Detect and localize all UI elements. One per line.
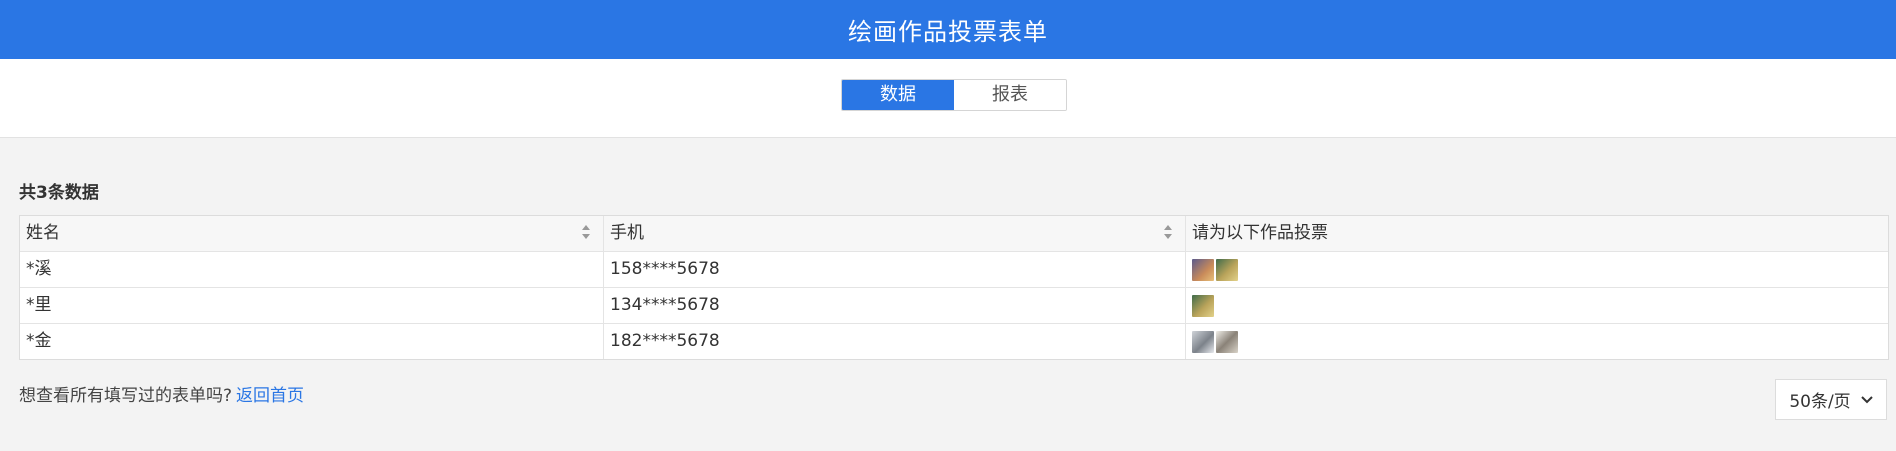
table-row: *金 182****5678 — [20, 323, 1888, 359]
cell-phone: 158****5678 — [603, 252, 1185, 287]
footer-question: 想查看所有填写过的表单吗? — [19, 386, 233, 406]
tab-data[interactable]: 数据 — [842, 80, 954, 110]
artwork-thumbnail[interactable] — [1192, 258, 1214, 281]
column-header-vote: 请为以下作品投票 — [1185, 216, 1888, 251]
cell-phone: 134****5678 — [603, 288, 1185, 323]
cell-vote-images — [1185, 324, 1888, 359]
cell-vote-images — [1185, 252, 1888, 287]
page-header: 绘画作品投票表单 — [0, 0, 1896, 59]
cell-phone: 182****5678 — [603, 324, 1185, 359]
data-table: 姓名 手机 请为以下作品投票 *溪 158****5678 *里 134****… — [19, 215, 1889, 360]
artwork-thumbnail[interactable] — [1192, 330, 1214, 353]
page-size-value: 50条/页 — [1789, 392, 1851, 412]
chevron-down-icon — [1860, 395, 1873, 403]
sort-icon[interactable] — [1163, 224, 1173, 240]
column-header-phone[interactable]: 手机 — [603, 216, 1185, 251]
cell-name: *金 — [26, 331, 52, 351]
record-count: 共3条数据 — [19, 183, 99, 203]
artwork-thumbnail[interactable] — [1216, 258, 1238, 281]
page-title: 绘画作品投票表单 — [848, 18, 1048, 46]
table-row: *里 134****5678 — [20, 287, 1888, 323]
artwork-thumbnail[interactable] — [1216, 330, 1238, 353]
tab-report[interactable]: 报表 — [954, 80, 1066, 110]
column-header-name[interactable]: 姓名 — [20, 216, 603, 251]
sort-icon[interactable] — [581, 224, 591, 240]
cell-name: *里 — [26, 295, 52, 315]
table-header-row: 姓名 手机 请为以下作品投票 — [20, 216, 1888, 251]
view-tabs: 数据 报表 — [841, 79, 1067, 111]
footer-note: 想查看所有填写过的表单吗? 返回首页 — [19, 381, 304, 406]
page-size-select[interactable]: 50条/页 — [1775, 379, 1887, 420]
cell-name: *溪 — [26, 259, 52, 279]
table-row: *溪 158****5678 — [20, 251, 1888, 287]
artwork-thumbnail[interactable] — [1192, 294, 1214, 317]
cell-vote-images — [1185, 288, 1888, 323]
tab-bar: 数据 报表 — [0, 59, 1896, 138]
back-home-link[interactable]: 返回首页 — [236, 386, 304, 406]
